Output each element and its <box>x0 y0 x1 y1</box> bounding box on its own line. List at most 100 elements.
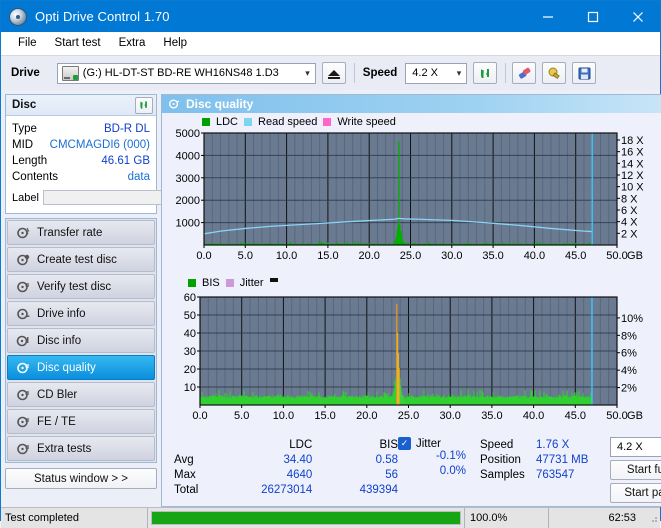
bis-legend-swatch <box>188 279 196 287</box>
disc-panel-title: Disc <box>12 99 37 111</box>
disc-quality-icon <box>168 98 180 110</box>
jitter-checkbox[interactable]: ✓ <box>398 437 411 450</box>
stats-avg-ldc: 34.40 <box>283 453 313 466</box>
svg-text:20: 20 <box>184 364 196 376</box>
bulb-button[interactable] <box>542 62 567 84</box>
info-column: Speed 1.76 X Position 47731 MB Samples 7… <box>480 437 610 503</box>
disc-field-length-key: Length <box>12 155 48 167</box>
status-window-button[interactable]: Status window > > <box>5 468 157 489</box>
info-speed-value: 1.76 X <box>536 438 570 451</box>
stats-avg-bis: 0.58 <box>375 453 398 466</box>
write-speed-legend-label: Write speed <box>337 116 396 128</box>
sidebar-item-extra-tests[interactable]: Extra tests <box>7 436 155 461</box>
svg-text:20.0: 20.0 <box>358 250 379 262</box>
sidebar-item-verify-test-disc[interactable]: Verify test disc <box>7 274 155 299</box>
progress-percent: 100.0% <box>465 508 549 528</box>
toolbar-divider <box>353 63 355 83</box>
svg-text:10: 10 <box>184 382 196 394</box>
disc-panel-header: Disc <box>6 95 156 116</box>
info-row-position: Position 47731 MB <box>480 452 610 467</box>
window-controls <box>525 1 660 32</box>
svg-text:16 X: 16 X <box>621 147 644 159</box>
speed-label: Speed <box>362 67 398 79</box>
disc-panel: Disc Type BD-R DL MID CMCMAGDI6 (000) Le… <box>5 94 249 214</box>
sidebar-item-disc-quality[interactable]: Disc quality <box>7 355 155 380</box>
save-button[interactable] <box>572 62 597 84</box>
svg-text:2 X: 2 X <box>621 228 638 240</box>
sidebar-item-label: Verify test disc <box>37 280 112 293</box>
speed-select[interactable]: 4.2 X ▾ <box>405 62 468 84</box>
svg-text:10.0: 10.0 <box>276 250 297 262</box>
test-speed-select[interactable]: 4.2 X ▾ <box>610 437 661 457</box>
menu-item-file[interactable]: File <box>9 35 46 51</box>
svg-text:8%: 8% <box>621 330 637 342</box>
svg-text:6 X: 6 X <box>621 205 638 217</box>
sidebar-item-label: FE / TE <box>37 415 76 428</box>
drive-select[interactable]: (G:) HL-DT-ST BD-RE WH16NS48 1.D3 ▾ <box>56 62 316 84</box>
sidebar-item-cd-bler[interactable]: CD Bler <box>7 382 155 407</box>
chevron-down-icon: ▾ <box>456 67 462 78</box>
refresh-button[interactable] <box>473 62 498 84</box>
title-bar: Opti Drive Control 1.70 <box>1 1 660 32</box>
bis-chart-canvas: 60 50 40 30 20 10 10% 8% 6% 4% 2% 0.0 5.0 10.0 15.0 20.… <box>184 292 643 422</box>
close-icon[interactable] <box>615 1 660 32</box>
disc-quality-panel: Disc quality LDC Read speed Write speed … <box>161 94 661 507</box>
sidebar-item-transfer-rate[interactable]: Transfer rate <box>7 220 155 245</box>
start-full-button[interactable]: Start full <box>610 460 661 480</box>
svg-text:25.0: 25.0 <box>400 250 421 262</box>
disc-label-row: Label <box>12 188 249 207</box>
sidebar-item-fe-te[interactable]: FE / TE <box>7 409 155 434</box>
eject-button[interactable] <box>321 62 346 84</box>
svg-text:4 X: 4 X <box>621 217 638 229</box>
disc-refresh-button[interactable] <box>135 96 153 114</box>
stats-header-row: LDC BIS <box>162 437 398 452</box>
sidebar-item-drive-info[interactable]: Drive info <box>7 301 155 326</box>
menu-item-extra[interactable]: Extra <box>110 35 155 51</box>
svg-text:4%: 4% <box>621 365 637 377</box>
erase-button[interactable] <box>512 62 537 84</box>
svg-text:20.0: 20.0 <box>356 410 377 422</box>
svg-text:30.0: 30.0 <box>441 250 462 262</box>
svg-text:3000: 3000 <box>176 173 200 185</box>
svg-text:50: 50 <box>184 310 196 322</box>
svg-text:50.0: 50.0 <box>606 410 627 422</box>
svg-text:60: 60 <box>184 292 196 304</box>
disc-field-contents-key: Contents <box>12 171 59 183</box>
svg-text:10 X: 10 X <box>621 182 644 194</box>
info-samples-value: 763547 <box>536 468 575 481</box>
minimize-icon[interactable] <box>525 1 570 32</box>
jitter-marker <box>269 278 278 282</box>
sidebar-item-label: Transfer rate <box>37 226 103 239</box>
info-speed-key: Speed <box>480 438 514 451</box>
svg-text:0.0: 0.0 <box>196 250 211 262</box>
ldc-legend-swatch <box>202 118 210 126</box>
disc-field-contents-value[interactable]: data <box>128 171 150 183</box>
svg-text:6%: 6% <box>621 348 637 360</box>
fe-te-icon <box>16 415 30 429</box>
menu-item-start-test[interactable]: Start test <box>46 35 110 51</box>
verify-disc-icon <box>16 280 30 294</box>
disc-field-mid-value[interactable]: CMCMAGDI6 (000) <box>50 139 150 151</box>
disc-field-contents: Contents data <box>12 169 150 185</box>
drive-toolbar: Drive (G:) HL-DT-ST BD-RE WH16NS48 1.D3 … <box>1 55 660 90</box>
progress-bar <box>148 508 465 528</box>
jitter-legend-label: Jitter <box>239 277 264 289</box>
svg-text:40.0: 40.0 <box>524 250 545 262</box>
sidebar-item-create-test-disc[interactable]: Create test disc <box>7 247 155 272</box>
app-icon <box>9 7 27 26</box>
sidebar-item-label: Create test disc <box>37 253 117 266</box>
svg-text:15.0: 15.0 <box>314 410 335 422</box>
svg-text:5.0: 5.0 <box>234 410 249 422</box>
stats-row-key: Avg <box>174 453 194 466</box>
test-speed-value: 4.2 X <box>617 441 643 453</box>
resize-grip[interactable] <box>648 513 658 523</box>
menu-item-help[interactable]: Help <box>154 35 196 51</box>
eject-icon <box>327 70 340 79</box>
refresh-icon <box>140 101 147 109</box>
maximize-icon[interactable] <box>570 1 615 32</box>
start-part-button[interactable]: Start part <box>610 483 661 503</box>
stats-max-ldc: 4640 <box>286 468 313 481</box>
sidebar-item-disc-info[interactable]: Disc info <box>7 328 155 353</box>
disc-field-mid-key: MID <box>12 139 34 151</box>
svg-text:12 X: 12 X <box>621 170 644 182</box>
